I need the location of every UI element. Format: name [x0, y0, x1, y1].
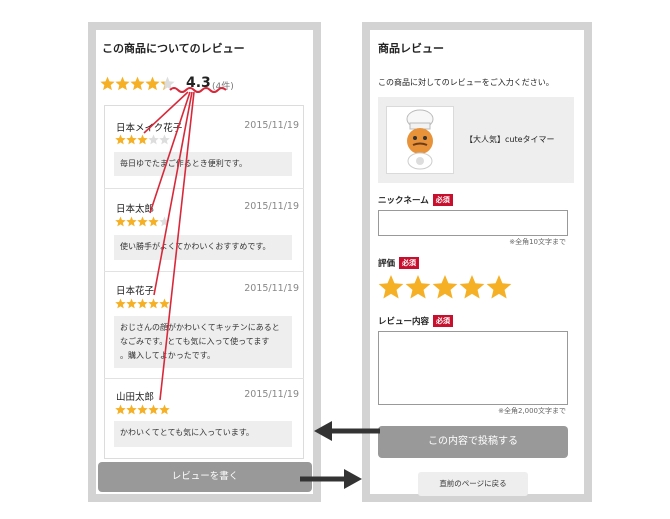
- annotation-line: [149, 91, 191, 214]
- annotation-line: [143, 91, 189, 134]
- annotation-overlay: [143, 87, 380, 489]
- annotation-underline: [169, 87, 227, 93]
- arrow-icon: [300, 469, 362, 489]
- arrow-icon: [314, 421, 380, 441]
- annotation-line: [159, 91, 195, 401]
- annotation-line: [153, 91, 193, 296]
